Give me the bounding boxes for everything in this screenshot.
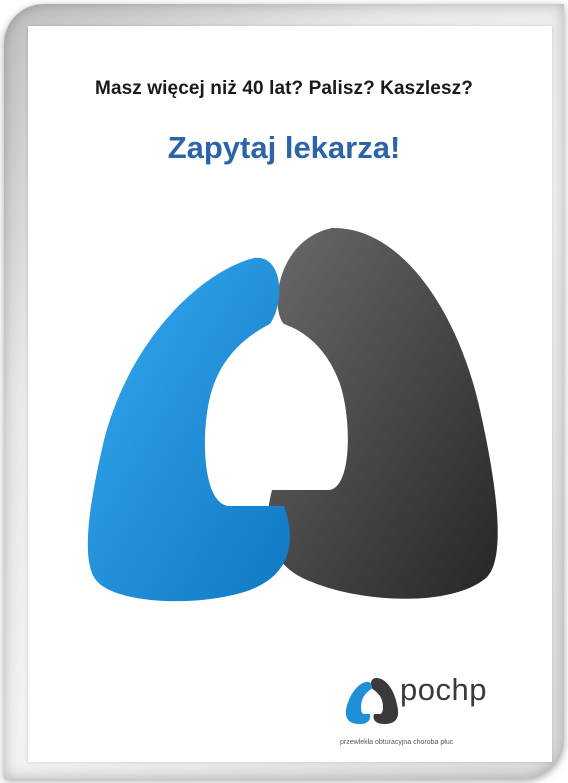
pochp-logo-icon (345, 678, 399, 724)
right-lung-shape (267, 227, 498, 599)
logo-tagline: przewlekła obturacyjna choroba płuc (340, 739, 454, 746)
lungs-illustration (87, 227, 498, 602)
pochp-logo-text: pochp (400, 672, 487, 707)
left-lung-shape (87, 257, 290, 602)
